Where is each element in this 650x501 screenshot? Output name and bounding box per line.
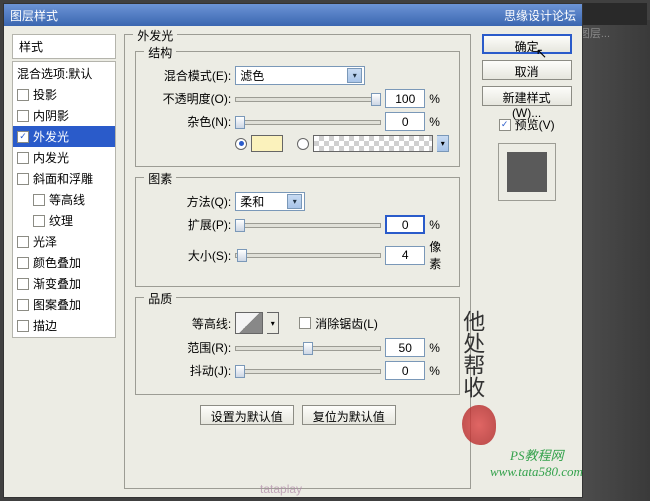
checkbox-icon[interactable] bbox=[17, 278, 29, 290]
dialog-titlebar[interactable]: 图层样式 思缘设计论坛 bbox=[4, 4, 582, 26]
checkbox-icon[interactable] bbox=[17, 299, 29, 311]
watermark-line1: PS教程网 bbox=[510, 445, 563, 464]
technique-label: 方法(Q): bbox=[146, 193, 231, 210]
checkbox-icon[interactable] bbox=[17, 320, 29, 332]
structure-group: 结构 混合模式(E): 滤色▾ 不透明度(O): % 杂色(N bbox=[135, 51, 460, 167]
style-color-overlay[interactable]: 颜色叠加 bbox=[13, 252, 115, 273]
checkbox-icon[interactable] bbox=[17, 236, 29, 248]
style-pattern-overlay[interactable]: 图案叠加 bbox=[13, 294, 115, 315]
chevron-down-icon[interactable]: ▾ bbox=[437, 135, 449, 152]
quality-group: 品质 等高线: ▾ 消除锯齿(L) 范围(R): % bbox=[135, 297, 460, 395]
elements-group: 图素 方法(Q): 柔和▾ 扩展(P): % 大小(S): bbox=[135, 177, 460, 287]
blend-mode-label: 混合模式(E): bbox=[146, 67, 231, 84]
checkbox-icon[interactable] bbox=[17, 131, 29, 143]
styles-header[interactable]: 样式 bbox=[12, 34, 116, 59]
size-slider[interactable] bbox=[235, 248, 381, 262]
size-label: 大小(S): bbox=[146, 247, 231, 264]
color-swatch[interactable] bbox=[251, 135, 283, 152]
preview-label: 预览(V) bbox=[515, 116, 555, 133]
chevron-down-icon: ▾ bbox=[347, 68, 362, 83]
cancel-button[interactable]: 取消 bbox=[482, 60, 572, 80]
contour-swatch[interactable] bbox=[235, 312, 263, 334]
chevron-down-icon[interactable]: ▾ bbox=[267, 312, 279, 334]
checkbox-icon[interactable] bbox=[33, 194, 45, 206]
technique-select[interactable]: 柔和▾ bbox=[235, 192, 305, 211]
jitter-slider[interactable] bbox=[235, 364, 381, 378]
preview-box bbox=[498, 143, 556, 201]
style-drop-shadow[interactable]: 投影 bbox=[13, 84, 115, 105]
watermark-line2: www.tata580.com bbox=[490, 464, 583, 480]
gradient-swatch[interactable] bbox=[313, 135, 433, 152]
preview-thumbnail bbox=[507, 152, 547, 192]
style-stroke[interactable]: 描边 bbox=[13, 315, 115, 336]
opacity-input[interactable] bbox=[385, 89, 425, 108]
style-blend-options[interactable]: 混合选项:默认 bbox=[13, 63, 115, 84]
style-inner-shadow[interactable]: 内阴影 bbox=[13, 105, 115, 126]
gradient-radio[interactable] bbox=[297, 138, 309, 150]
range-slider[interactable] bbox=[235, 341, 381, 355]
blend-mode-select[interactable]: 滤色▾ bbox=[235, 66, 365, 85]
checkbox-icon[interactable] bbox=[17, 89, 29, 101]
antialias-label: 消除锯齿(L) bbox=[315, 315, 378, 332]
set-default-button[interactable]: 设置为默认值 bbox=[200, 405, 294, 425]
jitter-label: 抖动(J): bbox=[146, 362, 231, 379]
jitter-input[interactable] bbox=[385, 361, 425, 380]
seal-icon bbox=[462, 405, 496, 445]
checkbox-icon[interactable] bbox=[17, 152, 29, 164]
layer-style-dialog: 图层样式 思缘设计论坛 样式 混合选项:默认 投影 内阴影 外发光 内发光 斜面… bbox=[3, 3, 583, 498]
spread-slider[interactable] bbox=[235, 218, 381, 232]
style-outer-glow[interactable]: 外发光 bbox=[13, 126, 115, 147]
range-input[interactable] bbox=[385, 338, 425, 357]
dialog-title: 图层样式 bbox=[10, 7, 58, 24]
preview-checkbox[interactable] bbox=[499, 119, 511, 131]
range-label: 范围(R): bbox=[146, 339, 231, 356]
banner-site-text: 思缘设计论坛 bbox=[504, 7, 576, 24]
style-inner-glow[interactable]: 内发光 bbox=[13, 147, 115, 168]
style-gradient-overlay[interactable]: 渐变叠加 bbox=[13, 273, 115, 294]
watermark-bottom: tataplay bbox=[260, 482, 302, 496]
style-bevel[interactable]: 斜面和浮雕 bbox=[13, 168, 115, 189]
panel-title: 外发光 bbox=[133, 27, 177, 44]
contour-label: 等高线: bbox=[146, 315, 231, 332]
checkbox-icon[interactable] bbox=[17, 110, 29, 122]
opacity-label: 不透明度(O): bbox=[146, 90, 231, 107]
checkbox-icon[interactable] bbox=[17, 257, 29, 269]
noise-label: 杂色(N): bbox=[146, 113, 231, 130]
size-input[interactable] bbox=[385, 246, 425, 265]
ok-button[interactable]: 确定 ↖ bbox=[482, 34, 572, 54]
opacity-slider[interactable] bbox=[235, 92, 381, 106]
chevron-down-icon: ▾ bbox=[287, 194, 302, 209]
layers-palette-text: 图层... bbox=[579, 25, 610, 41]
new-style-button[interactable]: 新建样式(W)... bbox=[482, 86, 572, 106]
style-satin[interactable]: 光泽 bbox=[13, 231, 115, 252]
checkbox-icon[interactable] bbox=[17, 173, 29, 185]
color-radio[interactable] bbox=[235, 138, 247, 150]
style-texture[interactable]: 纹理 bbox=[13, 210, 115, 231]
reset-default-button[interactable]: 复位为默认值 bbox=[302, 405, 396, 425]
spread-label: 扩展(P): bbox=[146, 216, 231, 233]
styles-list: 样式 混合选项:默认 投影 内阴影 外发光 内发光 斜面和浮雕 等高线 纹理 光… bbox=[12, 34, 116, 489]
calligraphy-watermark: 他处帮收 bbox=[460, 310, 484, 398]
noise-input[interactable] bbox=[385, 112, 425, 131]
antialias-checkbox[interactable] bbox=[299, 317, 311, 329]
checkbox-icon[interactable] bbox=[33, 215, 45, 227]
settings-panel: 外发光 结构 混合模式(E): 滤色▾ 不透明度(O): % bbox=[124, 34, 471, 489]
style-contour[interactable]: 等高线 bbox=[13, 189, 115, 210]
spread-input[interactable] bbox=[385, 215, 425, 234]
noise-slider[interactable] bbox=[235, 115, 381, 129]
